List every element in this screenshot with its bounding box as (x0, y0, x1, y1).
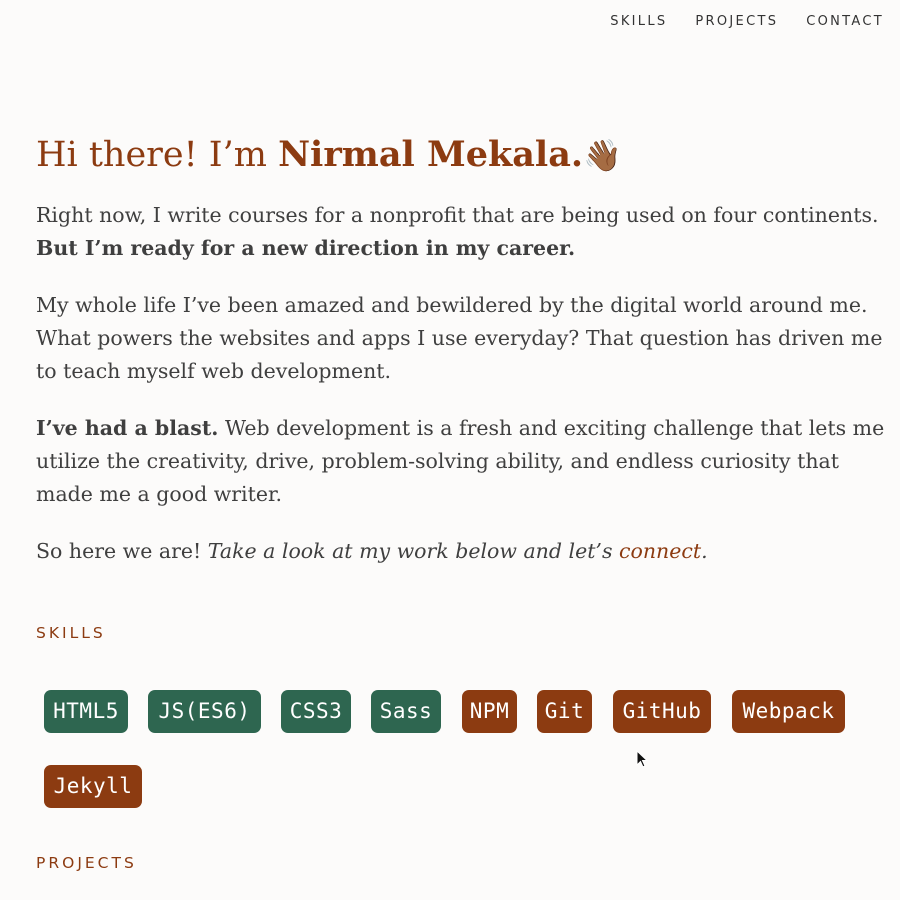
author-name: Nirmal Mekala. (278, 134, 584, 175)
page-title: Hi there! I’m Nirmal Mekala.👋🏾 (36, 127, 886, 184)
p4-end: . (701, 539, 708, 563)
skill-chip-webpack: Webpack (732, 690, 845, 733)
skill-chip-html5: HTML5 (44, 690, 128, 733)
waving-hand-icon: 👋🏾 (583, 138, 622, 174)
nav-link-skills[interactable]: SKILLS (610, 14, 667, 29)
skill-chip-npm: NPM (462, 690, 517, 733)
skill-chip-css3: CSS3 (281, 690, 351, 733)
mouse-pointer-icon (636, 750, 648, 768)
skill-chip-jekyll: Jekyll (44, 765, 142, 808)
p3-bold: I’ve had a blast. (36, 416, 219, 440)
skills-heading: SKILLS (36, 624, 106, 642)
p1-bold: But I’m ready for a new direction in my … (36, 236, 576, 260)
skill-chip-sass: Sass (371, 690, 441, 733)
skill-chip-js: JS(ES6) (148, 690, 261, 733)
nav-link-contact[interactable]: CONTACT (806, 14, 884, 29)
intro-paragraph-3: I’ve had a blast. Web development is a f… (36, 412, 886, 511)
intro-section: Hi there! I’m Nirmal Mekala.👋🏾 Right now… (36, 127, 886, 568)
skill-chip-github: GitHub (613, 690, 711, 733)
greeting-text: Hi there! I’m (36, 135, 279, 175)
projects-heading: PROJECTS (36, 854, 137, 872)
intro-paragraph-4: So here we are! Take a look at my work b… (36, 535, 886, 568)
skill-chip-git: Git (537, 690, 592, 733)
connect-link[interactable]: connect (619, 539, 701, 563)
intro-paragraph-1: Right now, I write courses for a nonprof… (36, 199, 886, 265)
top-nav: SKILLS PROJECTS CONTACT (610, 14, 884, 29)
p4-italic: Take a look at my work below and let’s (207, 539, 619, 563)
p4-text: So here we are! (36, 539, 208, 563)
intro-paragraph-2: My whole life I’ve been amazed and bewil… (36, 293, 883, 383)
p1-text: Right now, I write courses for a nonprof… (36, 203, 879, 227)
nav-link-projects[interactable]: PROJECTS (695, 14, 778, 29)
